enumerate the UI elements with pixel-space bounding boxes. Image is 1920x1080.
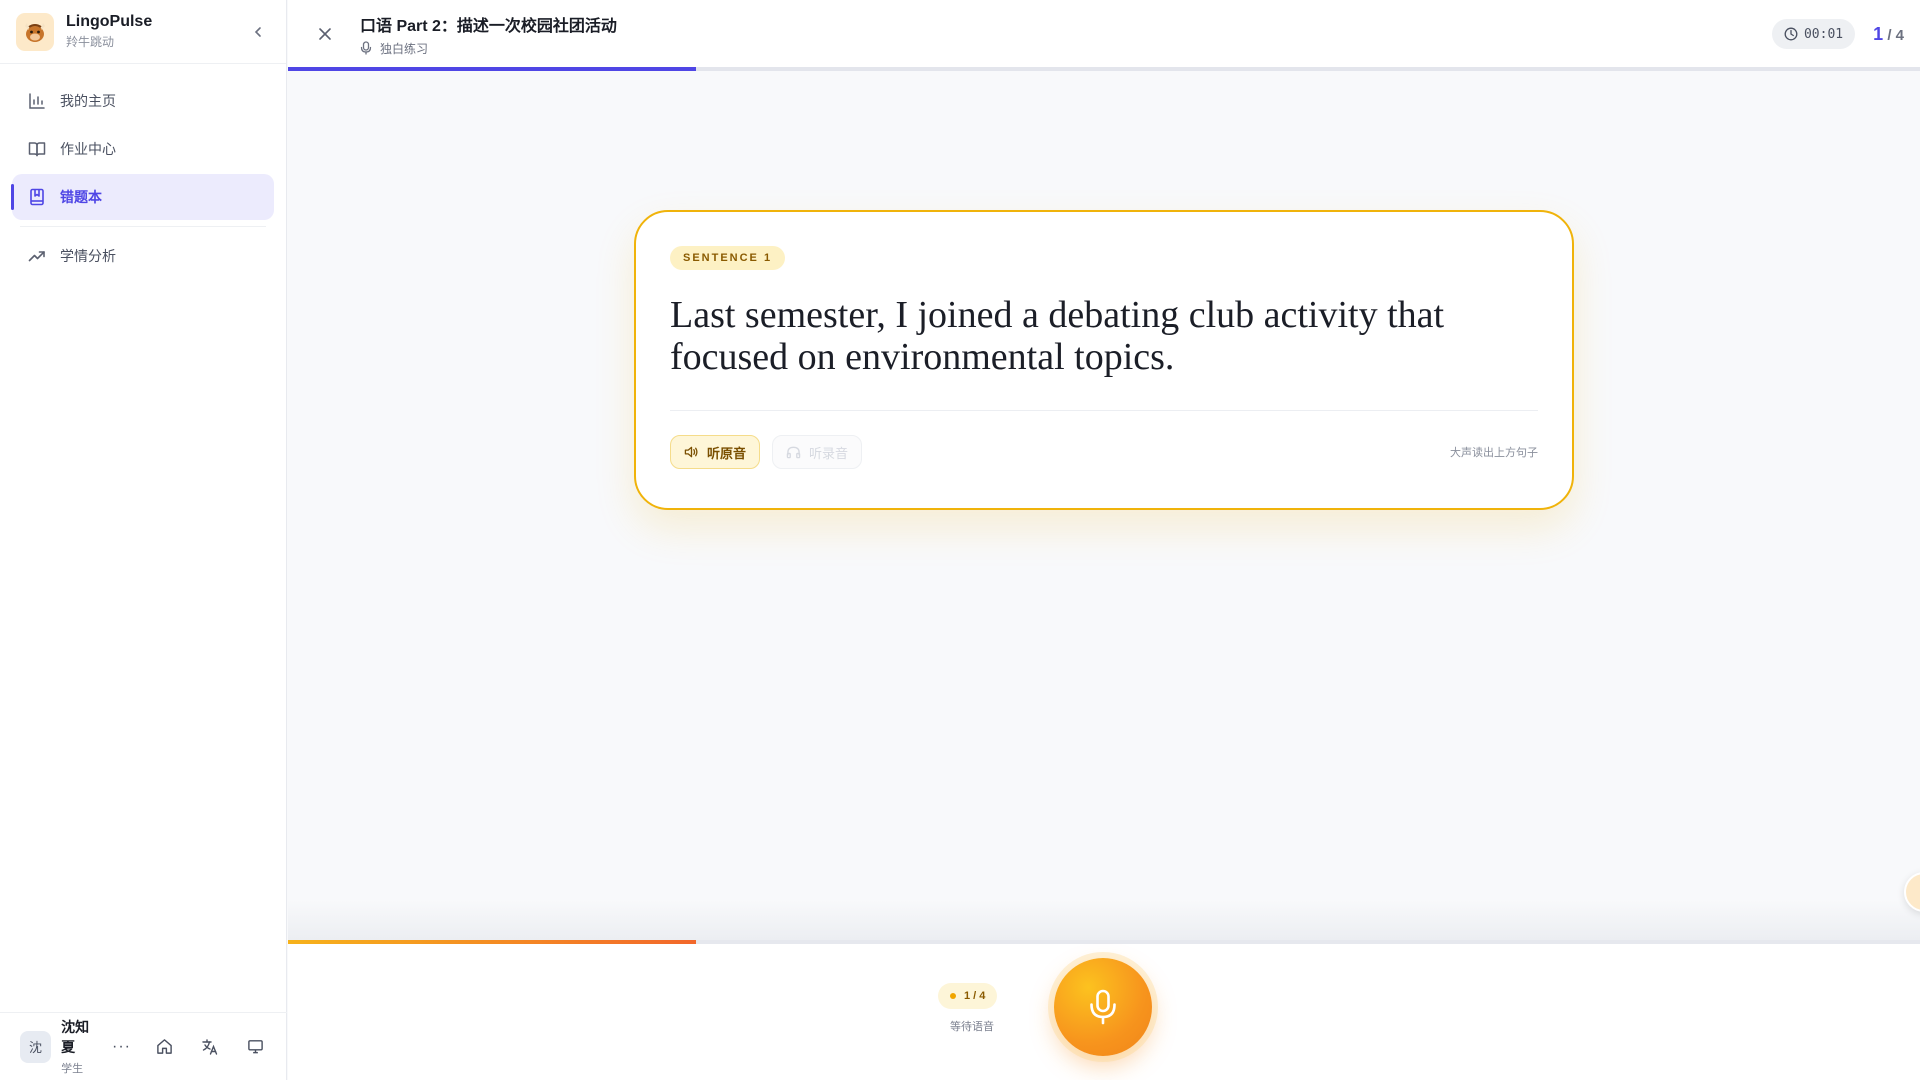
record-button[interactable] (1054, 958, 1152, 1056)
status-dot (950, 993, 956, 999)
app-name: LingoPulse (66, 13, 153, 30)
trending-up-icon (26, 245, 48, 267)
top-progress-fill (288, 67, 696, 71)
sidebar: LingoPulse 羚牛跳动 我的主页 作业中心 错题本 学情分析 沈 沈知夏… (0, 0, 287, 1080)
voice-status: 等待语音 (950, 1021, 994, 1033)
sidebar-item-label: 我的主页 (60, 93, 116, 109)
microphone-icon (1090, 989, 1116, 1025)
page-title: 口语 Part 2：描述一次校园社团活动 (360, 17, 617, 35)
question-counter: 1 / 4 (1873, 24, 1904, 45)
sidebar-item-assignments[interactable]: 作业中心 (12, 126, 274, 172)
practice-mode-label: 独白练习 (380, 41, 429, 56)
sentence-progress-pill: 1 / 4 (938, 983, 998, 1009)
speaker-icon (684, 446, 698, 458)
sidebar-item-home[interactable]: 我的主页 (12, 78, 274, 124)
language-button[interactable] (198, 1035, 221, 1059)
translate-icon (202, 1038, 218, 1055)
practice-header: 口语 Part 2：描述一次校园社团活动 独白练习 00:01 1 / 4 (288, 0, 1920, 68)
clock-icon (1784, 27, 1798, 41)
monitor-icon (248, 1040, 263, 1054)
close-icon (319, 28, 331, 40)
more-options-button[interactable]: ··· (112, 1038, 131, 1056)
card-divider (670, 410, 1538, 411)
book-open-icon (26, 138, 48, 160)
avatar[interactable]: 沈 (20, 1030, 52, 1063)
bar-chart-icon (26, 90, 48, 112)
sentence-badge: SENTENCE 1 (670, 246, 786, 270)
brand-header: LingoPulse 羚牛跳动 (0, 0, 286, 64)
bottom-fade (288, 900, 1920, 940)
sentence-card: SENTENCE 1 Last semester, I joined a deb… (634, 210, 1574, 510)
bookmark-book-icon (26, 186, 48, 208)
headphones-icon (786, 446, 801, 459)
listen-original-button[interactable]: 听原音 (670, 435, 761, 469)
current-index: 1 (1873, 23, 1884, 44)
sidebar-item-analytics[interactable]: 学情分析 (12, 233, 274, 279)
nav-divider (20, 226, 266, 227)
user-name: 沈知夏 (61, 1019, 90, 1055)
display-button[interactable] (244, 1035, 267, 1059)
timer-value: 00:01 (1803, 26, 1844, 42)
collapse-sidebar-button[interactable] (246, 20, 270, 44)
listen-recording-label: 听录音 (809, 445, 849, 461)
sentence-progress-label: 1 / 4 (964, 990, 986, 1002)
app-logo (16, 12, 54, 51)
sidebar-item-label: 错题本 (60, 189, 102, 205)
total-count: / 4 (1887, 26, 1904, 44)
user-bar: 沈 沈知夏 学生 ··· (0, 1012, 287, 1080)
close-button[interactable] (310, 19, 340, 49)
chevron-left-icon (254, 26, 261, 37)
top-progress-bar (288, 67, 1920, 71)
home-icon (157, 1039, 172, 1054)
app-subtitle: 羚牛跳动 (66, 35, 115, 49)
sidebar-item-label: 学情分析 (60, 248, 116, 264)
listen-original-label: 听原音 (707, 445, 747, 461)
listen-recording-button[interactable]: 听录音 (772, 435, 863, 469)
sidebar-nav: 我的主页 作业中心 错题本 学情分析 (0, 64, 286, 295)
sentence-text: Last semester, I joined a debating club … (670, 294, 1445, 378)
user-role: 学生 (61, 1063, 84, 1075)
practice-mode: 独白练习 (360, 40, 617, 57)
read-aloud-hint: 大声读出上方句子 (1450, 447, 1538, 459)
sidebar-item-label: 作业中心 (60, 141, 116, 157)
home-button[interactable] (153, 1035, 176, 1059)
microphone-icon (360, 41, 372, 55)
timer: 00:01 (1771, 19, 1856, 49)
sidebar-item-mistakes[interactable]: 错题本 (11, 174, 274, 220)
